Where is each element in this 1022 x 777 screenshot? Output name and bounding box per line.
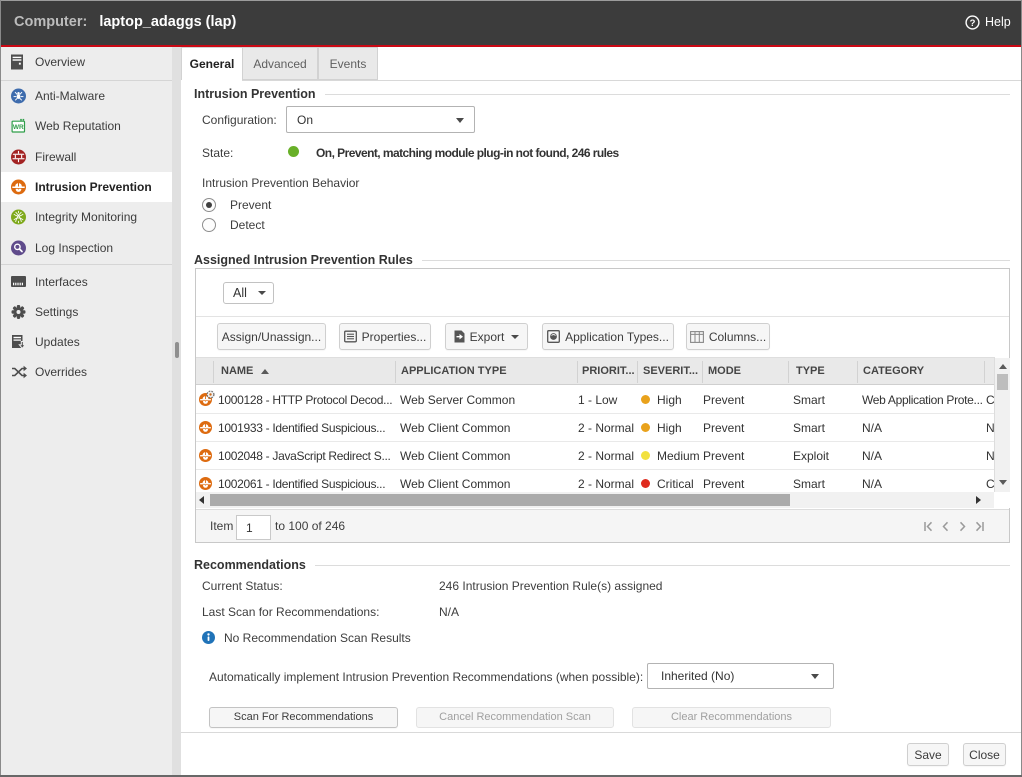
svg-text:?: ? <box>970 18 976 29</box>
svg-text:WR: WR <box>13 124 24 131</box>
